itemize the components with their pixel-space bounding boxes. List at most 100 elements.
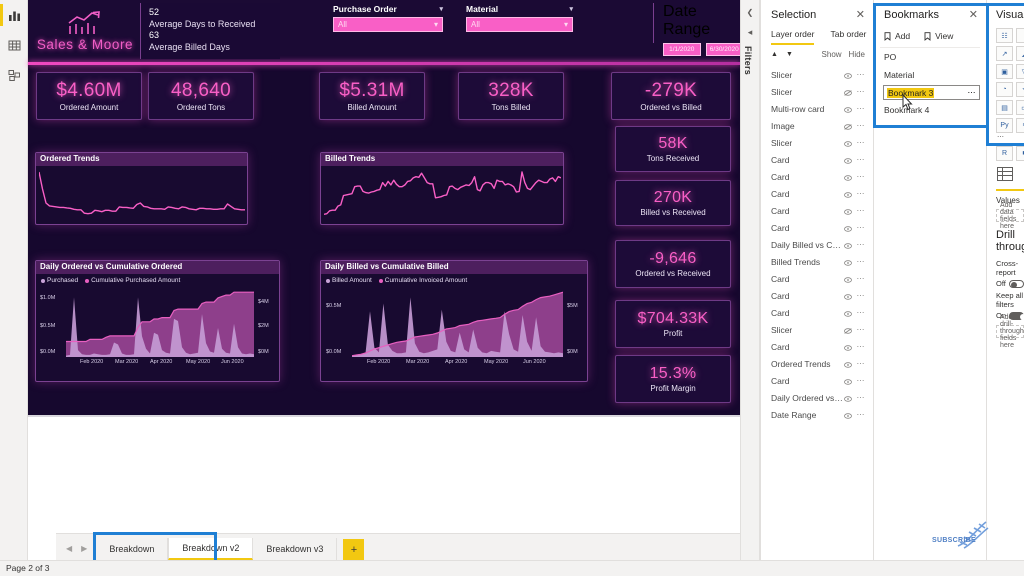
- ellipsis-icon[interactable]: ⋯: [857, 342, 866, 351]
- ellipsis-icon[interactable]: ⋯: [857, 138, 866, 147]
- r-visual-icon[interactable]: R: [996, 146, 1013, 161]
- values-drop-zone[interactable]: Add data fields here: [996, 202, 1024, 230]
- drill-through-drop-zone[interactable]: Add drill-through fields here: [996, 314, 1024, 349]
- data-view-button[interactable]: [0, 30, 28, 60]
- card-profit-margin[interactable]: 15.3% Profit Margin: [615, 355, 731, 403]
- selection-layer-row[interactable]: Card ⋯: [761, 338, 873, 355]
- eye-visible-icon[interactable]: [843, 270, 852, 288]
- ellipsis-icon[interactable]: ⋯: [857, 87, 866, 96]
- card-billed-amount[interactable]: $5.31M Billed Amount: [319, 72, 425, 120]
- clustered-column-chart-icon[interactable]: ▐: [1016, 28, 1024, 43]
- cross-report-toggle[interactable]: Off: [996, 279, 1024, 288]
- eye-visible-icon[interactable]: [843, 134, 852, 152]
- date-range-end-input[interactable]: 6/30/2020: [705, 43, 743, 56]
- card-tons-billed[interactable]: 328K Tons Billed: [458, 72, 564, 120]
- chevron-down-icon[interactable]: ▾: [569, 5, 573, 13]
- selection-layer-row[interactable]: Slicer ⋯: [761, 134, 873, 151]
- report-view-button[interactable]: [0, 0, 28, 30]
- eye-visible-icon[interactable]: [843, 168, 852, 186]
- ellipsis-icon[interactable]: ⋯: [857, 240, 866, 249]
- chart-ordered-trends[interactable]: Ordered Trends: [35, 152, 248, 225]
- add-bookmark-button[interactable]: Add: [884, 31, 910, 41]
- area-chart-icon[interactable]: ◢: [1016, 46, 1024, 61]
- ellipsis-icon[interactable]: ⋯: [857, 206, 866, 215]
- format-visual-icon[interactable]: [997, 167, 1024, 186]
- ellipsis-icon[interactable]: ⋯: [857, 308, 866, 317]
- stacked-bar-chart-icon[interactable]: ☷: [996, 28, 1013, 43]
- selection-layer-row[interactable]: Card ⋯: [761, 168, 873, 185]
- bookmark-item-po[interactable]: PO: [874, 48, 986, 66]
- ellipsis-icon[interactable]: ⋯: [968, 88, 977, 97]
- chevron-left-icon[interactable]: ❮: [741, 0, 759, 17]
- eye-visible-icon[interactable]: [843, 219, 852, 237]
- ellipsis-icon[interactable]: ⋯: [857, 291, 866, 300]
- ellipsis-icon[interactable]: ⋯: [857, 376, 866, 385]
- selection-layer-row[interactable]: Slicer ⋯: [761, 321, 873, 338]
- page-tab-breakdown-v3[interactable]: Breakdown v3: [253, 538, 338, 560]
- card-ordered-vs-received[interactable]: -9,646 Ordered vs Received: [615, 240, 731, 288]
- date-range-start-input[interactable]: 1/1/2020: [663, 43, 701, 56]
- bookmark-item-bookmark-4[interactable]: Bookmark 4: [874, 101, 986, 119]
- map-icon[interactable]: ⌖: [1016, 82, 1024, 97]
- eye-visible-icon[interactable]: [843, 185, 852, 203]
- slicer-purchase-order[interactable]: Purchase Order ▾ All ▾: [333, 4, 443, 32]
- card-tons-received[interactable]: 58K Tons Received: [615, 126, 731, 172]
- selection-layer-row[interactable]: Card ⋯: [761, 372, 873, 389]
- eye-visible-icon[interactable]: [843, 355, 852, 373]
- eye-hidden-icon[interactable]: [843, 321, 852, 339]
- selection-layer-row[interactable]: Multi-row card ⋯: [761, 100, 873, 117]
- selection-layer-row[interactable]: Card ⋯: [761, 287, 873, 304]
- ellipsis-icon[interactable]: ⋯: [857, 325, 866, 334]
- ellipsis-icon[interactable]: ⋯: [857, 393, 866, 402]
- bookmark-item-material[interactable]: Material: [874, 66, 986, 84]
- selection-layer-row[interactable]: Card ⋯: [761, 185, 873, 202]
- chevron-down-icon[interactable]: ▾: [564, 20, 568, 29]
- ellipsis-icon[interactable]: ⋯: [857, 121, 866, 130]
- selection-layer-row[interactable]: Card ⋯: [761, 219, 873, 236]
- eye-visible-icon[interactable]: [843, 372, 852, 390]
- chevron-down-icon[interactable]: ▾: [434, 20, 438, 29]
- selection-layer-row[interactable]: Card ⋯: [761, 270, 873, 287]
- slicer-material-dropdown[interactable]: All ▾: [466, 17, 573, 32]
- ellipsis-icon[interactable]: ⋯: [857, 70, 866, 79]
- chart-daily-billed-vs-cumulative[interactable]: Daily Billed vs Cumulative Billed Billed…: [320, 260, 588, 382]
- ellipsis-icon[interactable]: ⋯: [987, 133, 1024, 141]
- eye-visible-icon[interactable]: [843, 100, 852, 118]
- funnel-chart-icon[interactable]: ▽: [1016, 64, 1024, 79]
- selection-layer-row[interactable]: Ordered Trends ⋯: [761, 355, 873, 372]
- chart-daily-ordered-vs-cumulative[interactable]: Daily Ordered vs Cumulative Ordered Purc…: [35, 260, 280, 382]
- pie-chart-icon[interactable]: ◔: [996, 82, 1013, 97]
- close-icon[interactable]: ✕: [969, 9, 978, 21]
- ellipsis-icon[interactable]: ⋯: [857, 410, 866, 419]
- card-profit[interactable]: $704.33K Profit: [615, 300, 731, 348]
- eye-visible-icon[interactable]: [843, 236, 852, 254]
- selection-layer-row[interactable]: Date Range ⋯: [761, 406, 873, 423]
- slicer-material[interactable]: Material ▾ All ▾: [466, 4, 573, 32]
- card-billed-vs-received[interactable]: 270K Billed vs Received: [615, 180, 731, 226]
- eye-visible-icon[interactable]: [843, 66, 852, 84]
- eye-hidden-icon[interactable]: [843, 83, 852, 101]
- selection-layer-row[interactable]: Billed Trends ⋯: [761, 253, 873, 270]
- eye-visible-icon[interactable]: [843, 287, 852, 305]
- selection-layer-row[interactable]: Card ⋯: [761, 304, 873, 321]
- ellipsis-icon[interactable]: ⋯: [857, 257, 866, 266]
- page-tab-breakdown[interactable]: Breakdown: [96, 538, 169, 560]
- eye-visible-icon[interactable]: [843, 304, 852, 322]
- move-down-icon[interactable]: ▼: [786, 51, 793, 58]
- page-tab-breakdown-v2[interactable]: Breakdown v2: [168, 538, 254, 560]
- python-visual-icon[interactable]: Py: [996, 118, 1013, 133]
- ellipsis-icon[interactable]: ⋯: [857, 223, 866, 232]
- ellipsis-icon[interactable]: ⋯: [857, 359, 866, 368]
- card-icon[interactable]: ▭: [1016, 100, 1024, 115]
- chevron-down-icon[interactable]: ▾: [439, 5, 443, 13]
- key-influencers-icon[interactable]: ≡: [1016, 118, 1024, 133]
- slicer-purchase-order-dropdown[interactable]: All ▾: [333, 17, 443, 32]
- ellipsis-icon[interactable]: ⋯: [857, 274, 866, 283]
- eye-visible-icon[interactable]: [843, 389, 852, 407]
- chevron-right-icon[interactable]: ▶: [81, 544, 87, 553]
- card-ordered-amount[interactable]: $4.60M Ordered Amount: [36, 72, 142, 120]
- card-ordered-tons[interactable]: 48,640 Ordered Tons: [148, 72, 254, 120]
- eye-hidden-icon[interactable]: [843, 117, 852, 135]
- eye-visible-icon[interactable]: [843, 202, 852, 220]
- eye-visible-icon[interactable]: [843, 338, 852, 356]
